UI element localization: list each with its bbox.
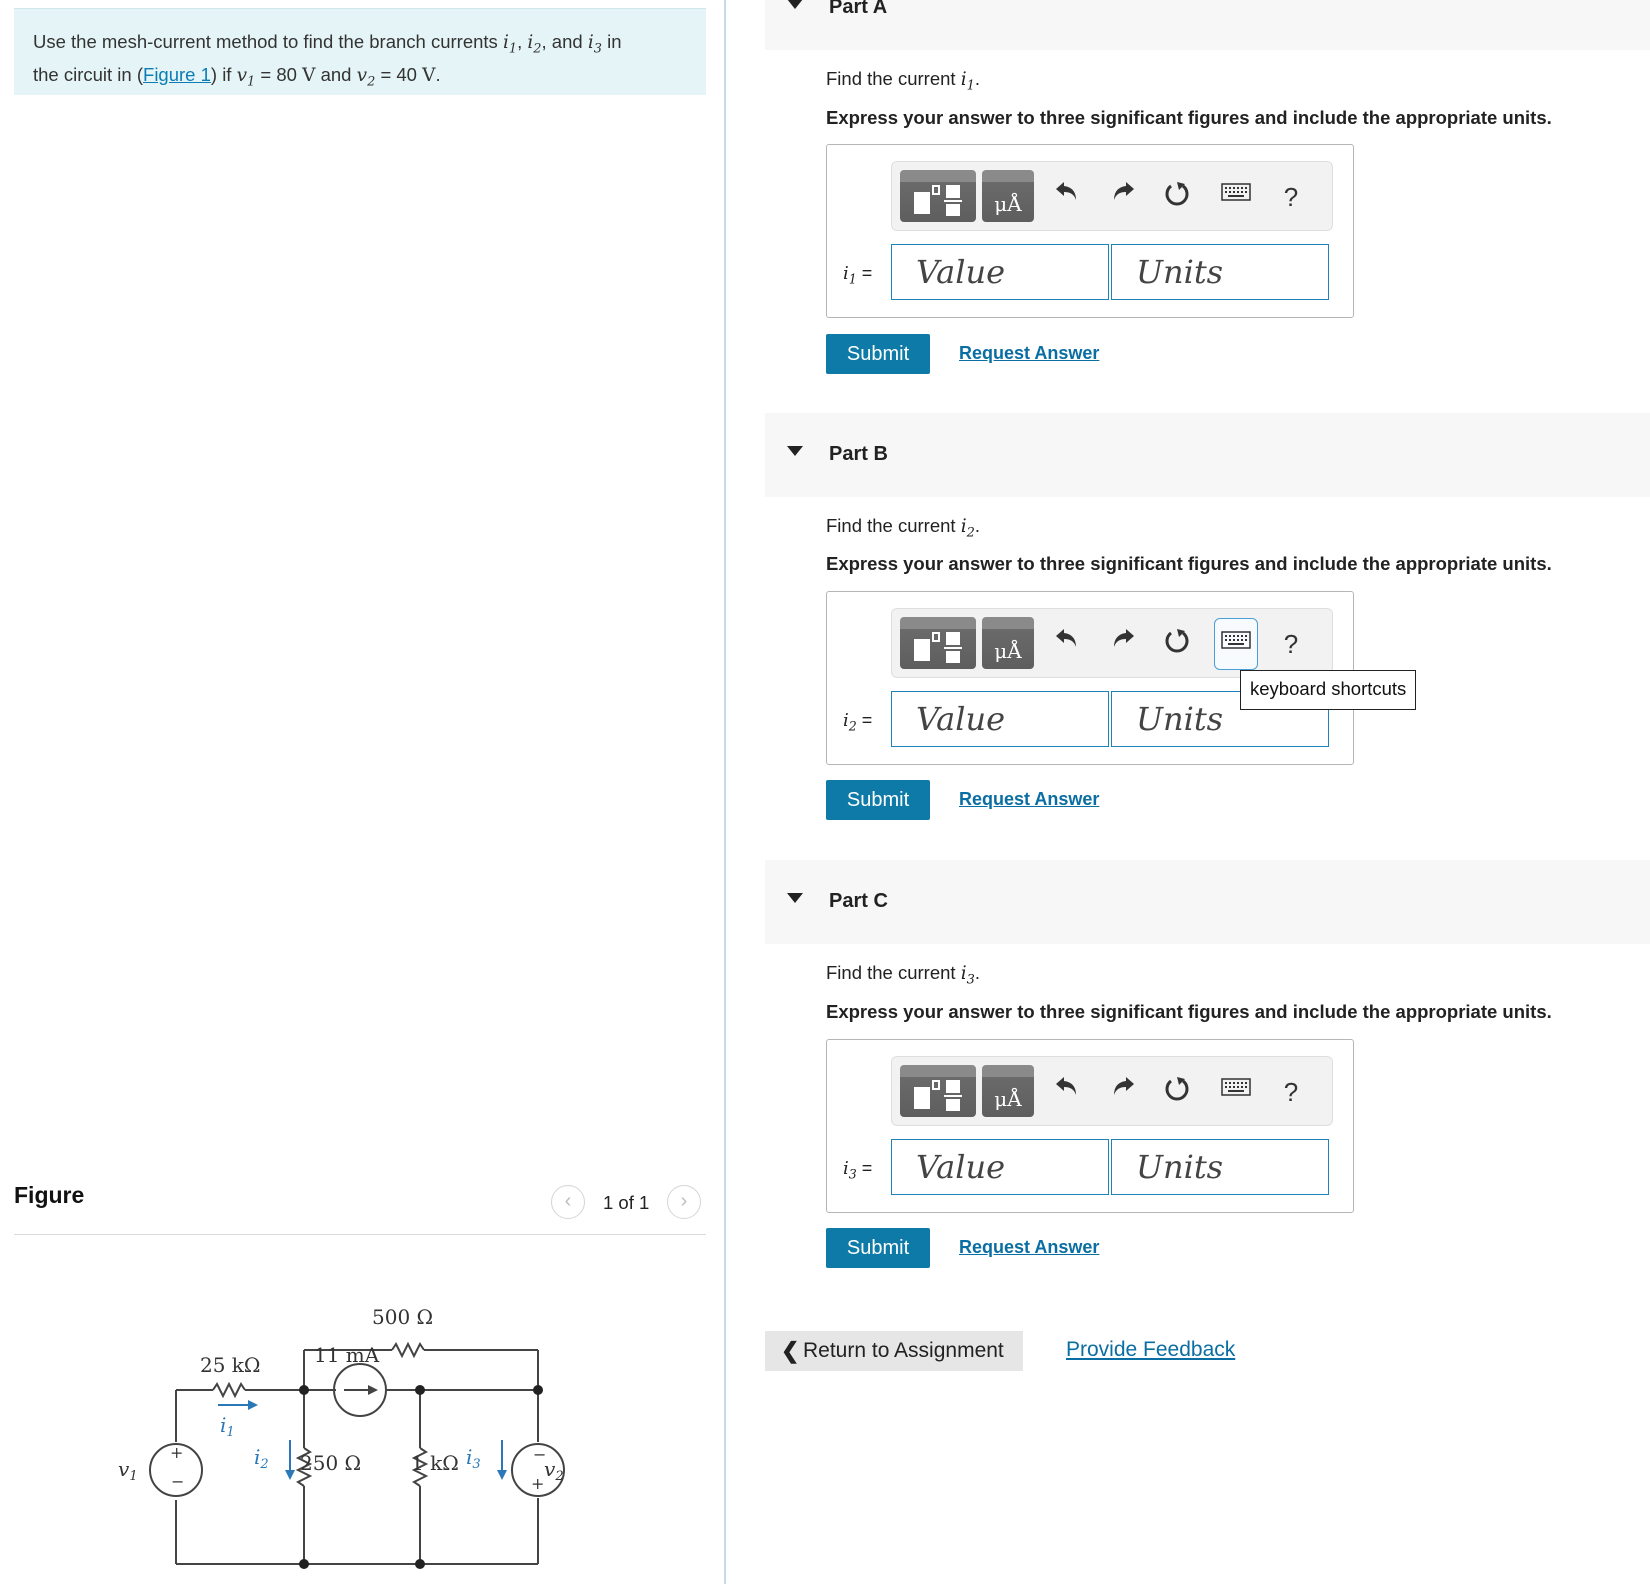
var-i2: i2 — [527, 32, 542, 57]
var-v2: v2 — [356, 64, 376, 90]
problem-text: and — [315, 63, 357, 85]
units-button[interactable]: μÅ — [982, 617, 1034, 669]
var-i3: i3 — [587, 32, 602, 57]
v2-label: v2 — [544, 1457, 564, 1484]
math-toolbar: μÅ ? — [891, 608, 1333, 678]
problem-text: = 80 — [255, 63, 303, 85]
part-c-header[interactable]: Part C — [765, 860, 1650, 944]
source-11ma-label: 11 mA — [314, 1343, 380, 1367]
part-a-prompt: Find the current i1. — [826, 68, 980, 94]
var-i1: i1 — [502, 32, 518, 57]
redo-icon[interactable] — [1106, 1075, 1140, 1109]
r1k-label: 1 kΩ — [411, 1451, 459, 1475]
problem-text: ) if — [210, 63, 237, 85]
caret-down-icon — [787, 893, 803, 903]
part-c-title: Part C — [829, 890, 888, 912]
submit-button[interactable]: Submit — [826, 1228, 930, 1268]
part-b-instructions: Express your answer to three significant… — [826, 553, 1552, 574]
request-answer-link[interactable]: Request Answer — [959, 343, 1099, 364]
chevron-left-icon[interactable]: ‹ — [551, 1185, 585, 1219]
templates-icon[interactable] — [900, 1065, 976, 1117]
figure-title: Figure — [14, 1182, 85, 1208]
v1-minus: − — [171, 1472, 184, 1491]
left-pane: Use the mesh-current method to find the … — [0, 0, 724, 1584]
return-to-assignment-button[interactable]: ❮ Return to Assignment — [765, 1331, 1023, 1371]
problem-text: in — [601, 31, 622, 52]
part-a-instructions: Express your answer to three significant… — [826, 107, 1552, 128]
r500-label: 500 Ω — [372, 1305, 433, 1329]
i2-label: i2 — [254, 1445, 269, 1472]
reset-icon[interactable] — [1160, 627, 1194, 661]
unit-volt: V — [302, 64, 316, 86]
templates-icon[interactable] — [900, 170, 976, 222]
part-b-title: Part B — [829, 443, 888, 465]
problem-text: the circuit in ( — [33, 63, 144, 85]
problem-text: , — [517, 31, 528, 52]
request-answer-link[interactable]: Request Answer — [959, 1237, 1099, 1258]
reset-icon[interactable] — [1160, 180, 1194, 214]
templates-icon[interactable] — [900, 617, 976, 669]
math-toolbar: μÅ ? — [891, 1056, 1333, 1126]
var-label: i3 = — [843, 1158, 873, 1182]
part-b-prompt: Find the current i2. — [826, 515, 980, 541]
caret-down-icon — [787, 446, 803, 456]
v1-label: v1 — [118, 1457, 138, 1484]
figure-link[interactable]: Figure 1 — [143, 64, 211, 85]
help-icon[interactable]: ? — [1274, 627, 1308, 661]
problem-text: Use the mesh-current method to find the … — [33, 31, 503, 52]
redo-icon[interactable] — [1106, 627, 1140, 661]
part-a-answer-box: μÅ ? i1 = Value Units — [826, 144, 1354, 318]
chevron-left-icon: ❮ — [781, 1338, 800, 1363]
i1-label: i1 — [220, 1413, 235, 1440]
part-c-prompt: Find the current i3. — [826, 962, 980, 988]
value-input[interactable]: Value — [891, 1139, 1109, 1195]
keyboard-icon[interactable] — [1214, 1066, 1258, 1118]
reset-icon[interactable] — [1160, 1075, 1194, 1109]
problem-text: , and — [541, 31, 588, 52]
undo-icon[interactable] — [1050, 180, 1084, 214]
var-v1: v1 — [236, 64, 256, 90]
var-label: i2 = — [843, 710, 873, 734]
r25k-label: 25 kΩ — [200, 1353, 261, 1377]
units-button[interactable]: μÅ — [982, 1065, 1034, 1117]
keyboard-shortcuts-tooltip: keyboard shortcuts — [1240, 670, 1417, 710]
undo-icon[interactable] — [1050, 627, 1084, 661]
submit-button[interactable]: Submit — [826, 780, 930, 820]
r250-label: 250 Ω — [300, 1451, 361, 1475]
figure-page-indicator: 1 of 1 — [603, 1192, 650, 1213]
keyboard-icon[interactable] — [1214, 618, 1258, 670]
caret-down-icon — [787, 0, 803, 9]
circuit-diagram: + − − + 500 Ω 25 kΩ 11 mA 250 Ω 1 kΩ v1 … — [118, 1305, 565, 1569]
part-c-answer-box: μÅ ? i3 = Value Units — [826, 1039, 1354, 1213]
redo-icon[interactable] — [1106, 180, 1140, 214]
problem-statement: Use the mesh-current method to find the … — [14, 8, 706, 95]
part-b-header[interactable]: Part B — [765, 413, 1650, 497]
unit-volt: V — [422, 64, 436, 86]
units-button[interactable]: μÅ — [982, 170, 1034, 222]
help-icon[interactable]: ? — [1274, 180, 1308, 214]
part-c-instructions: Express your answer to three significant… — [826, 1001, 1552, 1022]
v2-plus: + — [531, 1474, 544, 1493]
submit-button[interactable]: Submit — [826, 334, 930, 374]
v1-plus: + — [170, 1443, 183, 1462]
provide-feedback-link[interactable]: Provide Feedback — [1066, 1338, 1235, 1362]
undo-icon[interactable] — [1050, 1075, 1084, 1109]
request-answer-link[interactable]: Request Answer — [959, 789, 1099, 810]
part-a-header[interactable]: Part A — [765, 0, 1650, 50]
i3-label: i3 — [466, 1445, 481, 1472]
problem-text: = 40 — [375, 63, 423, 85]
help-icon[interactable]: ? — [1274, 1075, 1308, 1109]
var-label: i1 = — [843, 263, 873, 287]
math-toolbar: μÅ ? — [891, 161, 1333, 231]
figure-header: Figure ‹ 1 of 1 › — [14, 1178, 706, 1235]
units-input[interactable]: Units — [1111, 1139, 1329, 1195]
pane-divider[interactable] — [724, 0, 726, 1584]
value-input[interactable]: Value — [891, 691, 1109, 747]
value-input[interactable]: Value — [891, 244, 1109, 300]
keyboard-icon[interactable] — [1214, 171, 1258, 223]
units-input[interactable]: Units — [1111, 244, 1329, 300]
chevron-right-icon[interactable]: › — [667, 1185, 701, 1219]
part-a-title: Part A — [829, 0, 888, 18]
